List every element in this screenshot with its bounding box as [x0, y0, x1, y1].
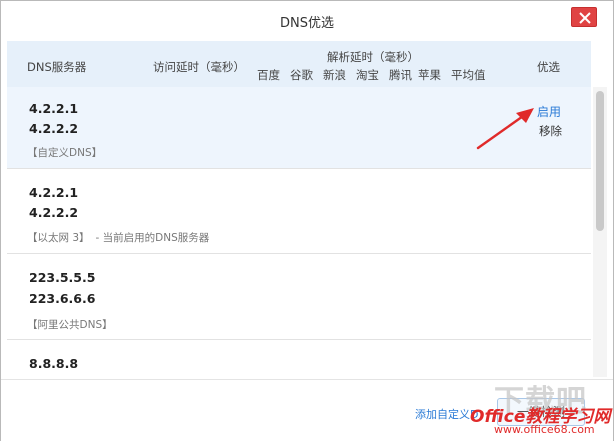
col-best: 优选: [537, 60, 560, 74]
dns-source-tag: 【自定义DNS】: [27, 147, 103, 159]
col-site-google: 谷歌: [290, 68, 313, 82]
dns-row-ethernet[interactable]: 4.2.2.1 4.2.2.2 【以太网 3】 - 当前启用的DNS服务器: [7, 169, 591, 254]
dns-secondary-ip: 223.6.6.6: [29, 291, 96, 306]
dns-source-tag: 【以太网 3】 - 当前启用的DNS服务器: [27, 232, 210, 244]
dns-row-aliyun[interactable]: 223.5.5.5 223.6.6.6 【阿里公共DNS】: [7, 254, 591, 340]
dns-source-tag: 【阿里公共DNS】: [27, 319, 113, 331]
col-parse-latency: 解析延时（毫秒）: [327, 50, 419, 64]
dns-primary-ip: 4.2.2.1: [29, 185, 79, 200]
office-url-watermark: www.office68.com: [494, 423, 595, 436]
scrollbar-thumb[interactable]: [596, 91, 604, 231]
col-dns-server: DNS服务器: [27, 60, 87, 74]
list-scrollbar[interactable]: [593, 87, 607, 377]
remove-link[interactable]: 移除: [539, 123, 562, 139]
dns-row-google[interactable]: 8.8.8.8: [7, 340, 591, 377]
col-average: 平均值: [451, 68, 486, 82]
dns-secondary-ip: 4.2.2.2: [29, 121, 79, 136]
enable-link[interactable]: 启用: [537, 103, 561, 120]
dns-optimize-window: DNS优选 DNS服务器 访问延时（毫秒） 解析延时（毫秒） 百度 谷歌 新浪 …: [0, 0, 614, 441]
col-site-apple: 苹果: [418, 68, 441, 82]
dns-primary-ip: 8.8.8.8: [29, 356, 79, 371]
col-site-taobao: 淘宝: [356, 68, 379, 82]
dns-primary-ip: 4.2.2.1: [29, 101, 79, 116]
col-visit-latency: 访问延时（毫秒）: [153, 60, 245, 74]
close-button[interactable]: [571, 7, 597, 27]
title-bar: DNS优选: [1, 1, 613, 39]
table-header: DNS服务器 访问延时（毫秒） 解析延时（毫秒） 百度 谷歌 新浪 淘宝 腾讯 …: [7, 41, 591, 88]
col-site-tencent: 腾讯: [389, 68, 412, 82]
col-site-sina: 新浪: [323, 68, 346, 82]
window-title: DNS优选: [280, 16, 334, 31]
annotation-arrow-icon: [476, 108, 534, 150]
add-custom-dns-link[interactable]: 添加自定义D: [415, 406, 478, 422]
dns-primary-ip: 223.5.5.5: [29, 270, 96, 285]
dns-secondary-ip: 4.2.2.2: [29, 205, 79, 220]
col-site-baidu: 百度: [257, 68, 280, 82]
close-icon: [579, 12, 591, 24]
